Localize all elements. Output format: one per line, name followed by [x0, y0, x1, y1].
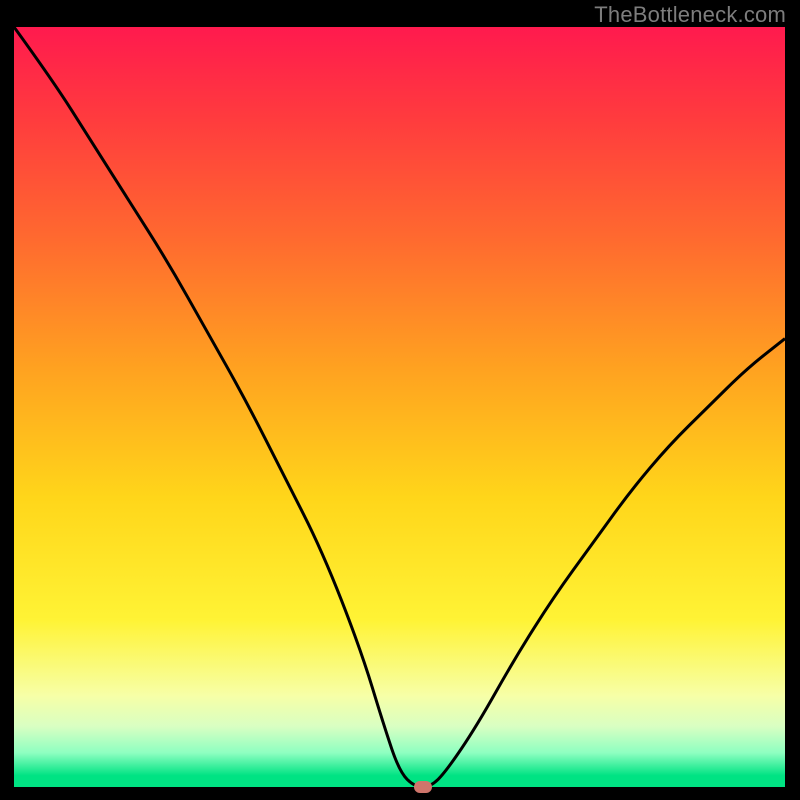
watermark-text: TheBottleneck.com: [594, 2, 786, 28]
chart-frame: [14, 27, 785, 787]
bottleneck-chart: [14, 27, 785, 787]
optimal-point-marker: [414, 781, 432, 793]
gradient-background: [14, 27, 785, 787]
